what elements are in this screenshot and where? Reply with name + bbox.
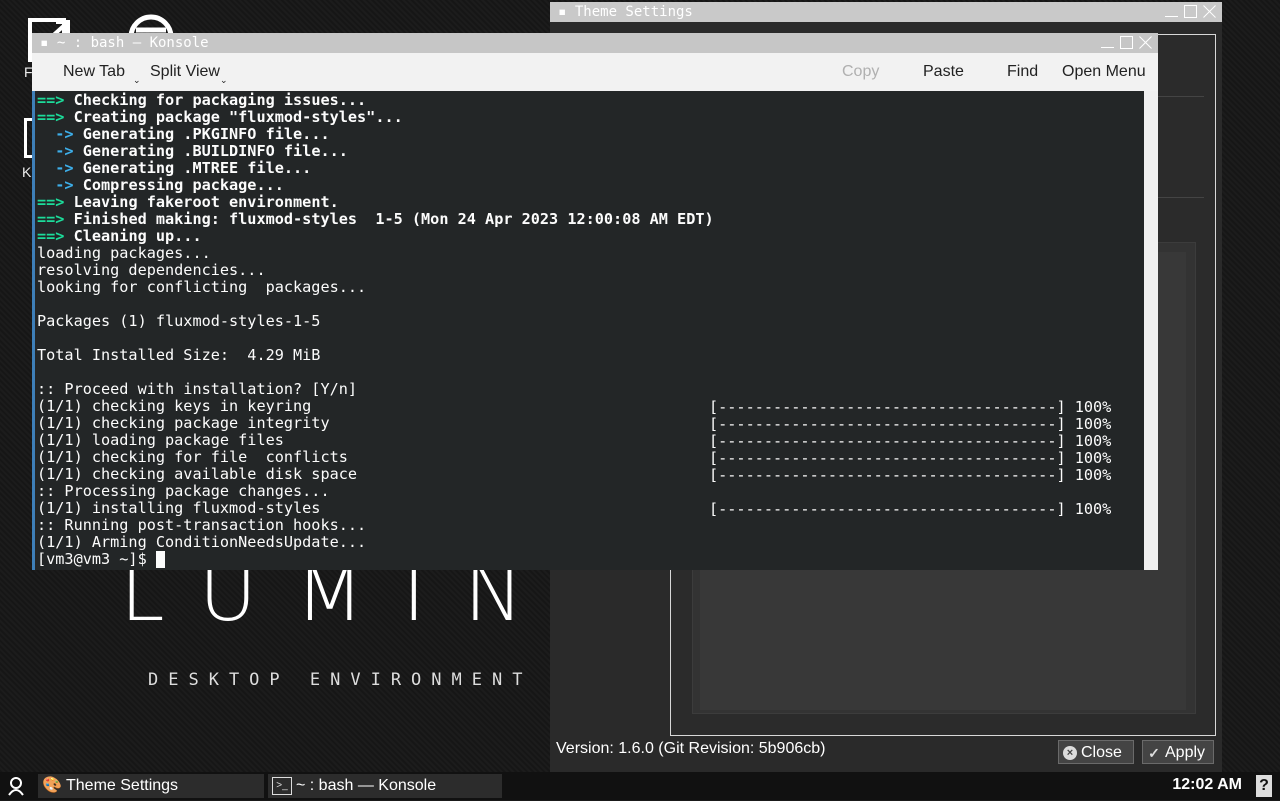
help-icon[interactable]: ? (1256, 775, 1272, 797)
progress-bar: [-------------------------------------] … (709, 432, 1112, 450)
progress-bar: [-------------------------------------] … (709, 398, 1112, 416)
lumina-logo-subtitle: DESKTOP ENVIRONMENT (148, 670, 533, 690)
terminal-line: Total Installed Size: 4.29 MiB (37, 346, 321, 364)
terminal-line-text: Creating package "fluxmod-styles"... (64, 108, 403, 126)
taskbar-item-label: Theme Settings (66, 777, 179, 794)
terminal-line: (1/1) installing fluxmod-styles (37, 499, 321, 517)
terminal-line: ==> Finished making: fluxmod-styles 1-5 … (37, 211, 714, 228)
taskbar-item-label: ~ : bash — Konsole (296, 777, 437, 794)
terminal-line-prefix: -> (37, 125, 74, 143)
terminal-line: (1/1) loading package files (37, 431, 284, 449)
terminal-line-text: Compressing package... (73, 176, 284, 194)
terminal-line-prefix: -> (37, 159, 74, 177)
split-view-dropdown-icon[interactable]: ⌄ (220, 75, 228, 86)
terminal-line: looking for conflicting packages... (37, 278, 367, 296)
terminal-line: (1/1) checking package integrity (37, 414, 330, 432)
terminal-cursor (155, 551, 165, 568)
close-window-button[interactable] (1201, 3, 1218, 20)
start-menu-icon[interactable] (6, 776, 26, 796)
terminal-line: resolving dependencies... (37, 261, 266, 279)
konsole-maximize-button[interactable] (1118, 34, 1135, 51)
clock[interactable]: 12:02 AM (1172, 776, 1242, 794)
check-icon: ✓ (1148, 745, 1160, 761)
terminal-line-prefix: ==> (37, 91, 65, 109)
copy-button[interactable]: Copy (842, 63, 879, 81)
konsole-titlebar[interactable]: ▪ ~ : bash — Konsole (32, 33, 1158, 53)
konsole-title: ▪ ~ : bash — Konsole (40, 35, 209, 51)
new-tab-button[interactable]: New Tab (63, 63, 125, 81)
version-label: Version: 1.6.0 (Git Revision: 5b906cb) (556, 740, 826, 757)
terminal-line: -> Generating .BUILDINFO file... (37, 143, 348, 160)
progress-bar: [-------------------------------------] … (709, 500, 1112, 518)
terminal-line-prefix: ==> (37, 193, 65, 211)
taskbar: 🎨 Theme Settings >_ ~ : bash — Konsole 1… (0, 772, 1280, 800)
terminal-line-text: Checking for packaging issues... (64, 91, 367, 109)
taskbar-item-konsole[interactable]: >_ ~ : bash — Konsole (268, 774, 502, 798)
konsole-title-text: ~ : bash — Konsole (56, 35, 209, 51)
konsole-minimize-button[interactable] (1099, 34, 1116, 51)
terminal-line: -> Generating .PKGINFO file... (37, 125, 330, 143)
theme-settings-title-text: Theme Settings (574, 4, 693, 20)
close-button[interactable]: × Close (1058, 740, 1134, 764)
terminal-line: -> Compressing package... (37, 177, 284, 194)
close-button-label: Close (1081, 744, 1122, 761)
paste-button[interactable]: Paste (923, 63, 964, 81)
terminal-line: (1/1) checking available disk space (37, 465, 358, 483)
terminal-line-prefix: ==> (37, 210, 65, 228)
terminal-line: ==> Checking for packaging issues... (37, 92, 366, 109)
terminal-line-text: Leaving fakeroot environment. (64, 193, 339, 211)
terminal-line: ==> Leaving fakeroot environment. (37, 194, 339, 211)
terminal-line-text: Generating .MTREE file... (73, 159, 312, 177)
taskbar-item-theme-settings[interactable]: 🎨 Theme Settings (38, 774, 264, 798)
progress-bar: [-------------------------------------] … (709, 415, 1112, 433)
terminal-line: (1/1) checking for file conflicts (37, 448, 348, 466)
split-view-button[interactable]: Split View (150, 63, 220, 81)
apply-button[interactable]: ✓ Apply (1142, 740, 1214, 764)
terminal-app-icon: >_ (272, 777, 292, 795)
terminal-line: Packages (1) fluxmod-styles-1-5 (37, 312, 321, 330)
theme-side-list (1158, 96, 1204, 198)
terminal-line: ==> Cleaning up... (37, 228, 202, 245)
progress-bar: [-------------------------------------] … (709, 449, 1112, 467)
palette-icon: 🎨 (42, 777, 62, 794)
terminal-line-text: Finished making: fluxmod-styles 1-5 (Mon… (64, 210, 714, 228)
theme-settings-titlebar[interactable]: ▪ Theme Settings (550, 2, 1222, 22)
terminal-line-text: Generating .PKGINFO file... (73, 125, 330, 143)
apply-button-label: Apply (1165, 744, 1206, 761)
terminal-line: (1/1) Arming ConditionNeedsUpdate... (37, 533, 367, 551)
terminal-line: :: Running post-transaction hooks... (37, 516, 367, 534)
terminal-line: -> Generating .MTREE file... (37, 160, 311, 177)
terminal-line: :: Processing package changes... (37, 482, 330, 500)
terminal-line: loading packages... (37, 244, 211, 262)
theme-settings-title: ▪ Theme Settings (558, 4, 693, 20)
progress-bar: [-------------------------------------] … (709, 466, 1112, 484)
konsole-close-button[interactable] (1137, 34, 1154, 51)
minimize-button[interactable] (1163, 3, 1180, 20)
terminal-scrollbar[interactable] (1144, 91, 1158, 570)
close-icon: × (1063, 746, 1077, 760)
terminal-line: :: Proceed with installation? [Y/n] (37, 380, 358, 398)
find-button[interactable]: Find (1007, 63, 1038, 81)
terminal-line-prefix: -> (37, 142, 74, 160)
terminal-line-prefix: -> (37, 176, 74, 194)
terminal-line-prefix: ==> (37, 227, 65, 245)
new-tab-dropdown-icon[interactable]: ⌄ (133, 75, 141, 86)
desktop-icon-label-2: K (22, 164, 32, 180)
terminal-line-text: Cleaning up... (64, 227, 202, 245)
konsole-window: ▪ ~ : bash — Konsole New Tab ⌄ Split Vie… (32, 33, 1158, 570)
konsole-toolbar: New Tab ⌄ Split View ⌄ Copy Paste Find O… (32, 53, 1158, 91)
terminal-line-text: Generating .BUILDINFO file... (73, 142, 348, 160)
terminal-line-prefix: ==> (37, 108, 65, 126)
terminal-line: [vm3@vm3 ~]$ (37, 550, 156, 568)
terminal-line: (1/1) checking keys in keyring (37, 397, 312, 415)
maximize-button[interactable] (1182, 3, 1199, 20)
terminal-output[interactable]: ==> Checking for packaging issues... ==> … (32, 91, 1144, 570)
terminal-line: ==> Creating package "fluxmod-styles"... (37, 109, 403, 126)
open-menu-button[interactable]: Open Menu (1062, 63, 1146, 81)
